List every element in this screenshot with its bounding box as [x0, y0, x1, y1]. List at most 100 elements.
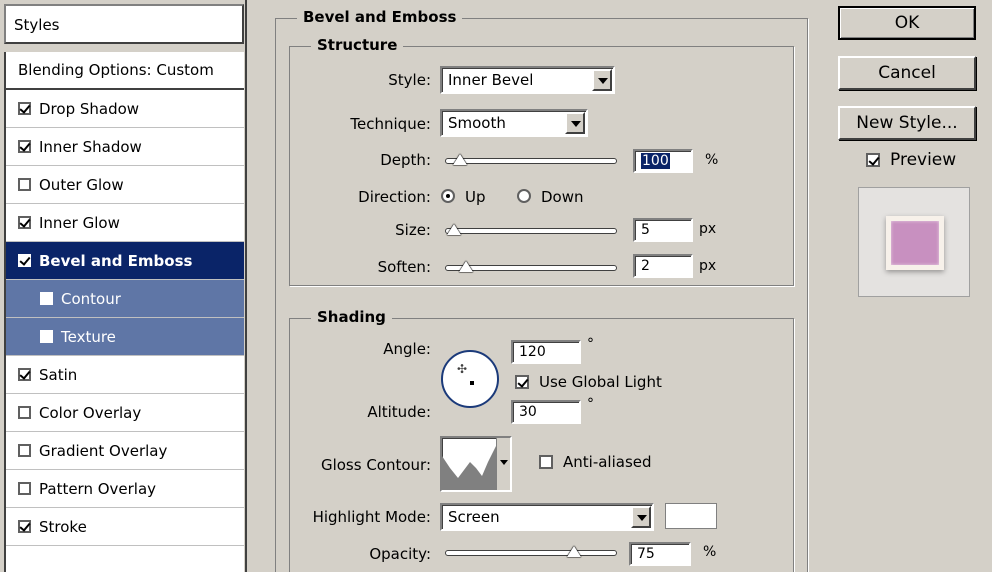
chevron-down-icon[interactable] — [631, 506, 651, 528]
pattern-overlay-checkbox[interactable] — [18, 482, 31, 495]
styles-panel: Styles Blending Options: Custom Drop Sha… — [0, 0, 247, 572]
gloss-contour-picker[interactable] — [440, 436, 512, 492]
blending-options-item[interactable]: Blending Options: Custom — [6, 52, 244, 90]
soften-label: Soften: — [377, 258, 431, 276]
style-item-outer-glow[interactable]: Outer Glow — [6, 166, 244, 204]
style-item-label: Drop Shadow — [39, 99, 140, 118]
preview-checkbox[interactable] — [866, 153, 880, 167]
bevel-emboss-title: Bevel and Emboss — [297, 8, 463, 26]
cancel-button[interactable]: Cancel — [838, 56, 976, 90]
styles-list: Blending Options: Custom Drop Shadow Inn… — [4, 52, 244, 572]
soften-slider-thumb[interactable] — [459, 261, 473, 272]
angle-input[interactable]: 120 — [511, 340, 581, 364]
chevron-down-icon[interactable] — [496, 438, 510, 490]
opacity-label: Opacity: — [369, 545, 431, 563]
depth-slider-thumb[interactable] — [453, 154, 467, 165]
anti-aliased-checkbox[interactable] — [539, 455, 553, 469]
style-item-pattern-overlay[interactable]: Pattern Overlay — [6, 470, 244, 508]
style-item-satin[interactable]: Satin — [6, 356, 244, 394]
structure-title: Structure — [311, 36, 404, 54]
altitude-input[interactable]: 30 — [511, 400, 581, 424]
direction-up-radio[interactable] — [441, 189, 455, 203]
chevron-down-icon[interactable] — [565, 112, 585, 134]
depth-input[interactable]: 100 — [633, 149, 693, 173]
direction-label: Direction: — [358, 188, 431, 206]
crosshair-icon: ✣ — [457, 362, 468, 376]
style-item-contour[interactable]: Contour — [6, 280, 244, 318]
style-item-label: Outer Glow — [39, 175, 124, 194]
style-item-texture[interactable]: Texture — [6, 318, 244, 356]
technique-label: Technique: — [350, 115, 431, 133]
highlight-mode-label: Highlight Mode: — [312, 508, 431, 526]
use-global-light-checkbox[interactable] — [515, 375, 529, 389]
style-item-label: Bevel and Emboss — [39, 251, 193, 270]
depth-slider[interactable] — [445, 158, 617, 164]
style-item-bevel-and-emboss[interactable]: Bevel and Emboss — [6, 242, 244, 280]
highlight-mode-value: Screen — [448, 508, 500, 526]
gloss-contour-label: Gloss Contour: — [320, 456, 431, 474]
style-item-color-overlay[interactable]: Color Overlay — [6, 394, 244, 432]
style-item-label: Contour — [61, 289, 121, 308]
direction-up-label: Up — [465, 188, 486, 206]
highlight-color-swatch[interactable] — [665, 503, 717, 529]
ok-button[interactable]: OK — [838, 6, 976, 40]
inner-shadow-checkbox[interactable] — [18, 140, 31, 153]
angle-degree: ° — [587, 336, 594, 352]
opacity-unit: % — [703, 544, 717, 560]
stroke-checkbox[interactable] — [18, 520, 31, 533]
altitude-label: Altitude: — [367, 403, 431, 421]
size-label: Size: — [395, 221, 431, 239]
size-input[interactable]: 5 — [633, 218, 693, 242]
use-global-light-label: Use Global Light — [539, 373, 662, 391]
gradient-overlay-checkbox[interactable] — [18, 444, 31, 457]
contour-checkbox[interactable] — [40, 292, 53, 305]
soften-value: 2 — [641, 258, 650, 274]
style-item-label: Gradient Overlay — [39, 441, 168, 460]
soften-unit: px — [699, 258, 717, 274]
new-style-button[interactable]: New Style... — [838, 106, 976, 140]
texture-checkbox[interactable] — [40, 330, 53, 343]
preview-toggle[interactable]: Preview — [866, 150, 956, 170]
style-item-gradient-overlay[interactable]: Gradient Overlay — [6, 432, 244, 470]
size-slider[interactable] — [445, 228, 617, 234]
inner-glow-checkbox[interactable] — [18, 216, 31, 229]
color-overlay-checkbox[interactable] — [18, 406, 31, 419]
preview-swatch — [886, 216, 944, 270]
preview-thumbnail — [858, 187, 970, 297]
opacity-input[interactable]: 75 — [629, 542, 691, 566]
drop-shadow-checkbox[interactable] — [18, 102, 31, 115]
angle-label: Angle: — [383, 340, 431, 358]
blending-options-label: Blending Options: Custom — [18, 61, 214, 79]
style-item-label: Texture — [61, 327, 116, 346]
size-slider-thumb[interactable] — [447, 224, 461, 235]
direction-down-radio[interactable] — [517, 189, 531, 203]
style-item-label: Inner Shadow — [39, 137, 142, 156]
bevel-and-emboss-checkbox[interactable] — [18, 254, 31, 267]
highlight-mode-select[interactable]: Screen — [440, 503, 654, 531]
preview-label: Preview — [890, 150, 957, 170]
style-item-label: Color Overlay — [39, 403, 142, 422]
angle-dial[interactable]: ✣ — [441, 350, 499, 408]
outer-glow-checkbox[interactable] — [18, 178, 31, 191]
contour-curve-icon — [442, 446, 496, 490]
satin-checkbox[interactable] — [18, 368, 31, 381]
styles-header[interactable]: Styles — [4, 4, 244, 44]
soften-input[interactable]: 2 — [633, 254, 693, 278]
style-item-stroke[interactable]: Stroke — [6, 508, 244, 546]
direction-down-label: Down — [541, 188, 584, 206]
style-item-inner-shadow[interactable]: Inner Shadow — [6, 128, 244, 166]
opacity-slider-thumb[interactable] — [567, 546, 581, 557]
angle-dial-center — [470, 381, 474, 385]
style-item-drop-shadow[interactable]: Drop Shadow — [6, 90, 244, 128]
technique-select[interactable]: Smooth — [440, 109, 588, 137]
style-select-value: Inner Bevel — [448, 71, 534, 89]
bevel-emboss-panel: Bevel and Emboss Structure Style: Inner … — [275, 0, 810, 572]
style-item-label: Satin — [39, 365, 78, 384]
angle-value: 120 — [519, 344, 546, 360]
style-item-inner-glow[interactable]: Inner Glow — [6, 204, 244, 242]
depth-value: 100 — [641, 153, 670, 169]
altitude-degree: ° — [587, 396, 594, 412]
chevron-down-icon[interactable] — [592, 69, 612, 91]
style-select[interactable]: Inner Bevel — [440, 66, 615, 94]
opacity-slider[interactable] — [445, 550, 617, 556]
